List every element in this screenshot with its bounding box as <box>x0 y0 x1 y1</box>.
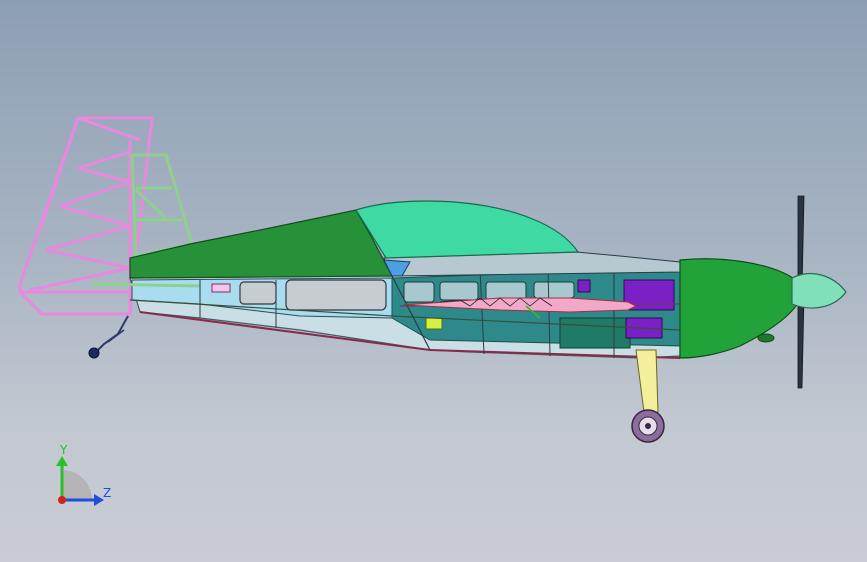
cad-viewport[interactable]: Y Z <box>0 0 867 562</box>
engine-cowling <box>679 258 801 359</box>
aircraft-model[interactable]: Y Z <box>0 0 867 562</box>
tail-wheel <box>88 315 129 359</box>
spinner <box>791 273 847 309</box>
main-landing-gear <box>631 349 665 443</box>
coordinate-triad: Y Z <box>56 443 111 506</box>
origin-dot <box>58 496 66 504</box>
canopy <box>355 200 580 259</box>
z-axis-label: Z <box>103 486 111 500</box>
y-axis-label: Y <box>59 443 68 457</box>
